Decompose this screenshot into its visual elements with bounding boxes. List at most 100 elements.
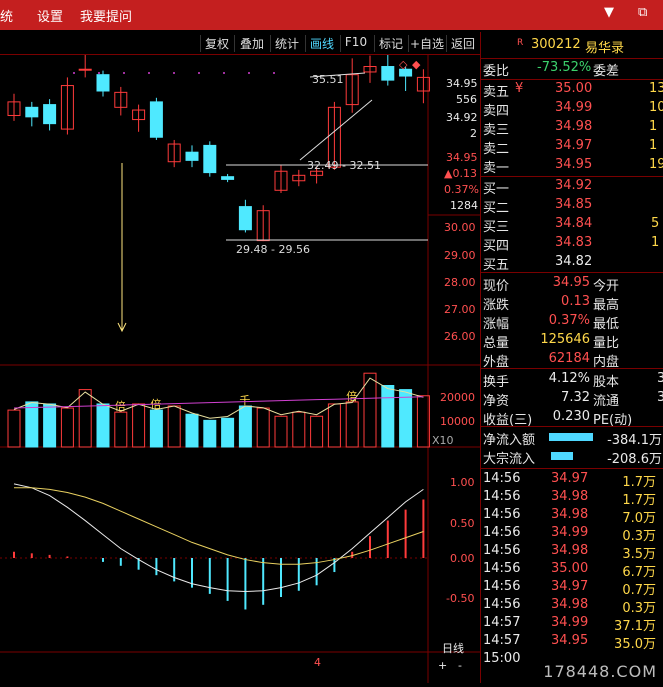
tick-price: 34.98: [551, 597, 589, 612]
tick-volume: 0.3万: [622, 529, 656, 544]
axis-label: 34.92: [446, 111, 478, 124]
stat-label: 涨幅: [483, 317, 510, 332]
axis-label: 29.00: [444, 249, 476, 262]
f10-button[interactable]: F10: [340, 35, 371, 52]
axis-label: -0.50: [446, 592, 474, 605]
tick-time: 14:57: [483, 615, 521, 630]
stats-button[interactable]: 统计: [270, 35, 303, 52]
volume-bar: [399, 389, 413, 448]
tick-volume: 37.1万: [614, 619, 656, 634]
stat-label: 最高: [593, 298, 620, 313]
volume-ma-line: [13, 396, 424, 409]
buy-level-4: 买四 34.83 1: [481, 235, 663, 254]
sell-volume: 1: [649, 138, 658, 153]
volume-bar: [96, 403, 110, 448]
volume-bar: [43, 403, 57, 448]
diamond-icon: ◇: [399, 58, 408, 71]
tick-time: 15:00: [483, 651, 521, 666]
buy-price: 34.92: [555, 178, 593, 193]
tick-volume: 1.7万: [622, 475, 656, 490]
menu-ask[interactable]: 我要提问: [80, 6, 132, 25]
candle-body: [96, 74, 110, 92]
volume-label: 千: [239, 394, 250, 407]
axis-label: 10000: [440, 415, 475, 428]
axis-label: 0.50: [450, 517, 475, 530]
chart-area[interactable]: 倍倍千倍 35.51 32.49 - 32.51 29.48 - 29.56 ◇…: [0, 47, 480, 683]
tick-price: 35.00: [551, 561, 589, 576]
sell-price: 34.98: [555, 119, 593, 134]
tick-price: 34.97: [551, 579, 589, 594]
period-label: 日线: [442, 641, 464, 655]
axis-label: 34.95: [446, 77, 478, 90]
add-watchlist-button[interactable]: +自选: [408, 35, 445, 52]
tick-row: 14:56 34.99 0.3万: [481, 525, 663, 544]
buy-label: 买五: [483, 258, 510, 273]
tick-row: 14:56 34.97 0.7万: [481, 579, 663, 598]
tick-price: 34.95: [551, 633, 589, 648]
buy-level-3: 买三 34.84 5: [481, 216, 663, 235]
menu-system[interactable]: 统: [0, 6, 13, 25]
chart-toolbar: 复权 叠加 统计 画线 F10 标记 +自选 返回: [0, 32, 480, 55]
volume-bar: [310, 415, 324, 448]
flow-bar: [549, 433, 593, 441]
candle-body: [185, 151, 199, 161]
overlay-button[interactable]: 叠加: [234, 35, 269, 52]
draw-line-button[interactable]: 画线: [305, 35, 338, 52]
stock-name: 易华录: [585, 41, 625, 56]
stat-label: 量比: [593, 336, 620, 351]
stat2-row: 换手 4.12% 股本 3: [481, 371, 663, 390]
marker-dot: [173, 72, 175, 74]
minimize-icon[interactable]: ▼: [604, 5, 614, 20]
marker-dot: [248, 72, 250, 74]
marker-dot: [273, 72, 275, 74]
volume-bar: [167, 405, 181, 448]
sell-level-4: 卖四 34.99 10: [481, 100, 663, 119]
tick-volume: 0.7万: [622, 583, 656, 598]
tick-time: 14:56: [483, 489, 521, 504]
volume-bar: [25, 401, 39, 448]
sell-price: 34.99: [555, 100, 593, 115]
mark-button[interactable]: 标记: [374, 35, 407, 52]
volume-bar: [60, 407, 74, 448]
sell-level-5: 卖五 ¥35.00 13: [481, 81, 663, 100]
trend-line: [299, 99, 373, 161]
volume-bar: [238, 405, 252, 448]
stat-label: 流通: [593, 394, 620, 409]
stat2-row: 收益(三) 0.230 PE(动): [481, 409, 663, 428]
volume-bar: [292, 411, 306, 448]
marker-dot: [98, 72, 100, 74]
marker-dot: [223, 72, 225, 74]
axis-label: 34.95: [446, 151, 478, 164]
candle-body: [25, 106, 39, 118]
stat-value: 4.12%: [548, 371, 590, 386]
zoom-in-button[interactable]: +: [438, 659, 447, 672]
buy-price: 34.85: [555, 197, 593, 212]
back-button[interactable]: 返回: [446, 35, 479, 52]
buy-price: 34.83: [555, 235, 593, 250]
volume-label: 倍: [346, 389, 357, 403]
buy-label: 买三: [483, 220, 510, 235]
marker-dot: [73, 72, 75, 74]
sell-label: 卖二: [483, 142, 510, 157]
volume-bar: [221, 417, 235, 448]
tick-time: 14:56: [483, 507, 521, 522]
stat-label: 净资: [483, 394, 510, 409]
flow-bar: [551, 452, 573, 460]
candle-body: [78, 68, 92, 71]
stat-value: 125646: [540, 332, 590, 347]
restore-icon[interactable]: ⧉: [638, 5, 647, 20]
axis-label: 0.37%: [444, 183, 479, 196]
menu-settings[interactable]: 设置: [37, 6, 63, 25]
tick-volume: 0.3万: [622, 601, 656, 616]
volume-bar: [114, 411, 128, 448]
sell-label: 卖五: [483, 85, 510, 100]
fuquan-button[interactable]: 复权: [200, 35, 233, 52]
flow-label: 净流入额: [483, 433, 536, 448]
zoom-out-button[interactable]: -: [458, 659, 462, 672]
bottom-marker: 4: [314, 656, 321, 669]
stat-value: 0.13: [561, 294, 590, 309]
stat-row: 涨幅 0.37% 最低: [481, 313, 663, 332]
stock-code: 300212: [531, 37, 581, 52]
range-annotation-2: 29.48 - 29.56: [236, 243, 310, 256]
kline-chart[interactable]: 倍倍千倍 35.51 32.49 - 32.51 29.48 - 29.56 ◇…: [0, 47, 480, 683]
